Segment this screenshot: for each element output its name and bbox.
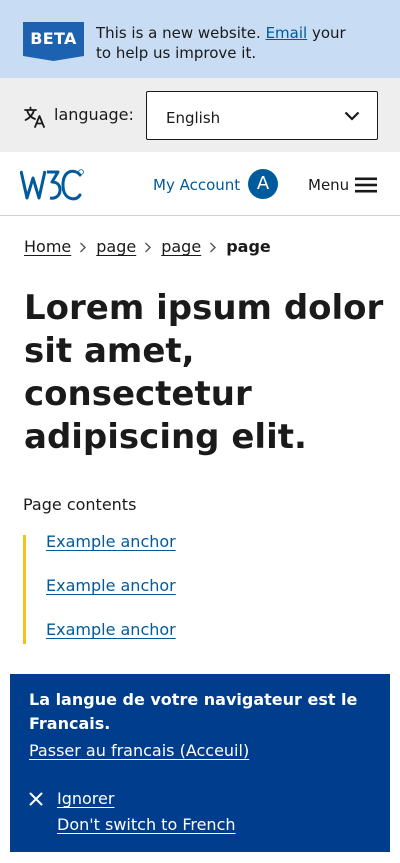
email-link[interactable]: Email: [266, 24, 308, 42]
breadcrumb-page-1[interactable]: page: [96, 236, 136, 258]
notice-heading: La langue de votre navigateur est le Fra…: [29, 690, 358, 733]
menu-label: Menu: [308, 176, 350, 194]
toc-anchor-link[interactable]: Example anchor: [46, 532, 176, 551]
close-icon[interactable]: [29, 792, 43, 806]
chevron-right-icon: [71, 236, 96, 258]
page-contents-list: Example anchor Example anchor Example an…: [23, 532, 323, 644]
beta-text-after: your: [311, 24, 346, 42]
list-item: Example anchor: [46, 619, 176, 641]
beta-tag: BETA: [23, 22, 84, 61]
breadcrumb-page-2[interactable]: page: [161, 236, 201, 258]
w3c-logo[interactable]: [20, 168, 86, 202]
menu-button[interactable]: Menu: [308, 174, 380, 196]
switch-language-link[interactable]: Passer au francais (Acceuil): [29, 740, 249, 762]
language-label: language:: [54, 105, 134, 124]
hamburger-icon: [355, 177, 377, 193]
ignore-link[interactable]: Ignorer: [57, 788, 114, 810]
beta-tag-label: BETA: [30, 29, 77, 48]
language-notice: La langue de votre navigateur est le Fra…: [10, 674, 390, 852]
beta-message: This is a new website. Email your to hel…: [96, 23, 366, 63]
breadcrumb-home[interactable]: Home: [24, 236, 71, 258]
translate-icon: [24, 106, 45, 128]
page-contents-heading: Page contents: [23, 495, 137, 514]
breadcrumb: Home page page page: [24, 236, 271, 258]
dont-switch-link[interactable]: Don't switch to French: [57, 814, 236, 836]
chevron-right-icon: [136, 236, 161, 258]
breadcrumb-current: page: [226, 237, 271, 256]
beta-text-before: This is a new website.: [96, 24, 261, 42]
page-title: Lorem ipsum dolor sit amet, consectetur …: [24, 288, 384, 457]
list-item: Example anchor: [46, 575, 176, 597]
avatar[interactable]: A: [248, 169, 278, 199]
toc-anchor-link[interactable]: Example anchor: [46, 576, 176, 595]
chevron-right-icon: [201, 236, 226, 258]
list-item: Example anchor: [46, 531, 176, 553]
my-account-link[interactable]: My Account: [153, 175, 240, 195]
beta-text-line2: to help us improve it.: [96, 44, 257, 62]
chevron-down-icon: [344, 111, 360, 121]
toc-anchor-link[interactable]: Example anchor: [46, 620, 176, 639]
language-select-value: English: [166, 109, 221, 127]
language-select[interactable]: English: [146, 91, 378, 140]
